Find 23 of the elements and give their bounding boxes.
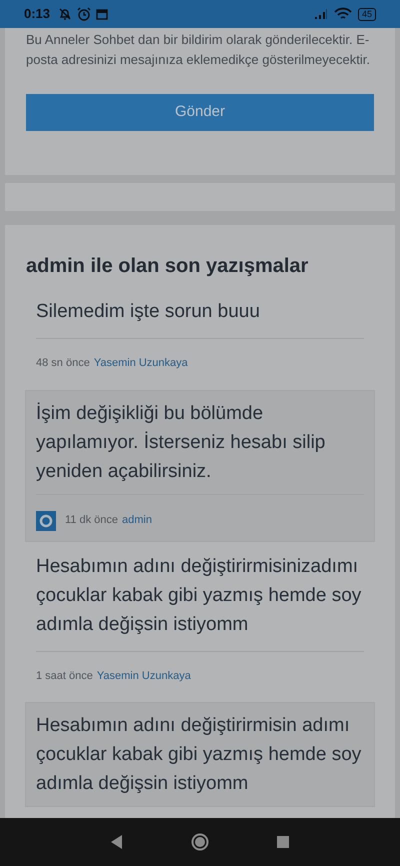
message-text: Hesabımın adını değiştirirmisinizadımı çocuklar kabak gibi yazmış hemde soy adımla değişsin istiyomm [35, 554, 362, 636]
avatar-icon [36, 510, 56, 530]
author-link[interactable]: Yasemin Uzunkaya [96, 668, 191, 684]
author-link[interactable]: Yasemin Uzunkaya [94, 355, 188, 372]
author-link[interactable]: admin [122, 512, 152, 529]
signal-icon [314, 8, 328, 20]
section-heading: admin ile olan son yazışmalar [26, 254, 310, 279]
calendar-icon [96, 8, 108, 20]
message-time: 11 dk önce [65, 513, 118, 528]
notification-off-icon [58, 7, 72, 21]
message-time: 1 saat önce [36, 668, 93, 684]
home-icon[interactable] [191, 833, 209, 851]
status-time: 0:13 [24, 5, 50, 24]
message-text: Hesabımın adını değiştirirmisin adımı çocuklar kabak gibi yazmış hemde soy adımla değişsin istiyomm [35, 714, 362, 796]
wifi-icon [334, 7, 352, 21]
battery-indicator: 45 [358, 8, 376, 20]
back-icon[interactable] [111, 835, 123, 849]
alarm-icon [77, 7, 92, 21]
message-text: Silemedim işte sorun buuu [35, 300, 261, 324]
send-button[interactable]: Gönder [26, 94, 374, 131]
message-time: 48 sn önce [36, 356, 90, 371]
notice-text: Bu Anneler Sohbet dan bir bildirim olarak gönderilecektir. E-posta adresinizi mesajınıza eklemedikçe gösterilmeyecektir. [26, 31, 371, 69]
message-text: İşim değişikliği bu bölümde yapılamıyor. İsterseniz hesabı silip yeniden açabilirsiniz. [35, 402, 326, 484]
